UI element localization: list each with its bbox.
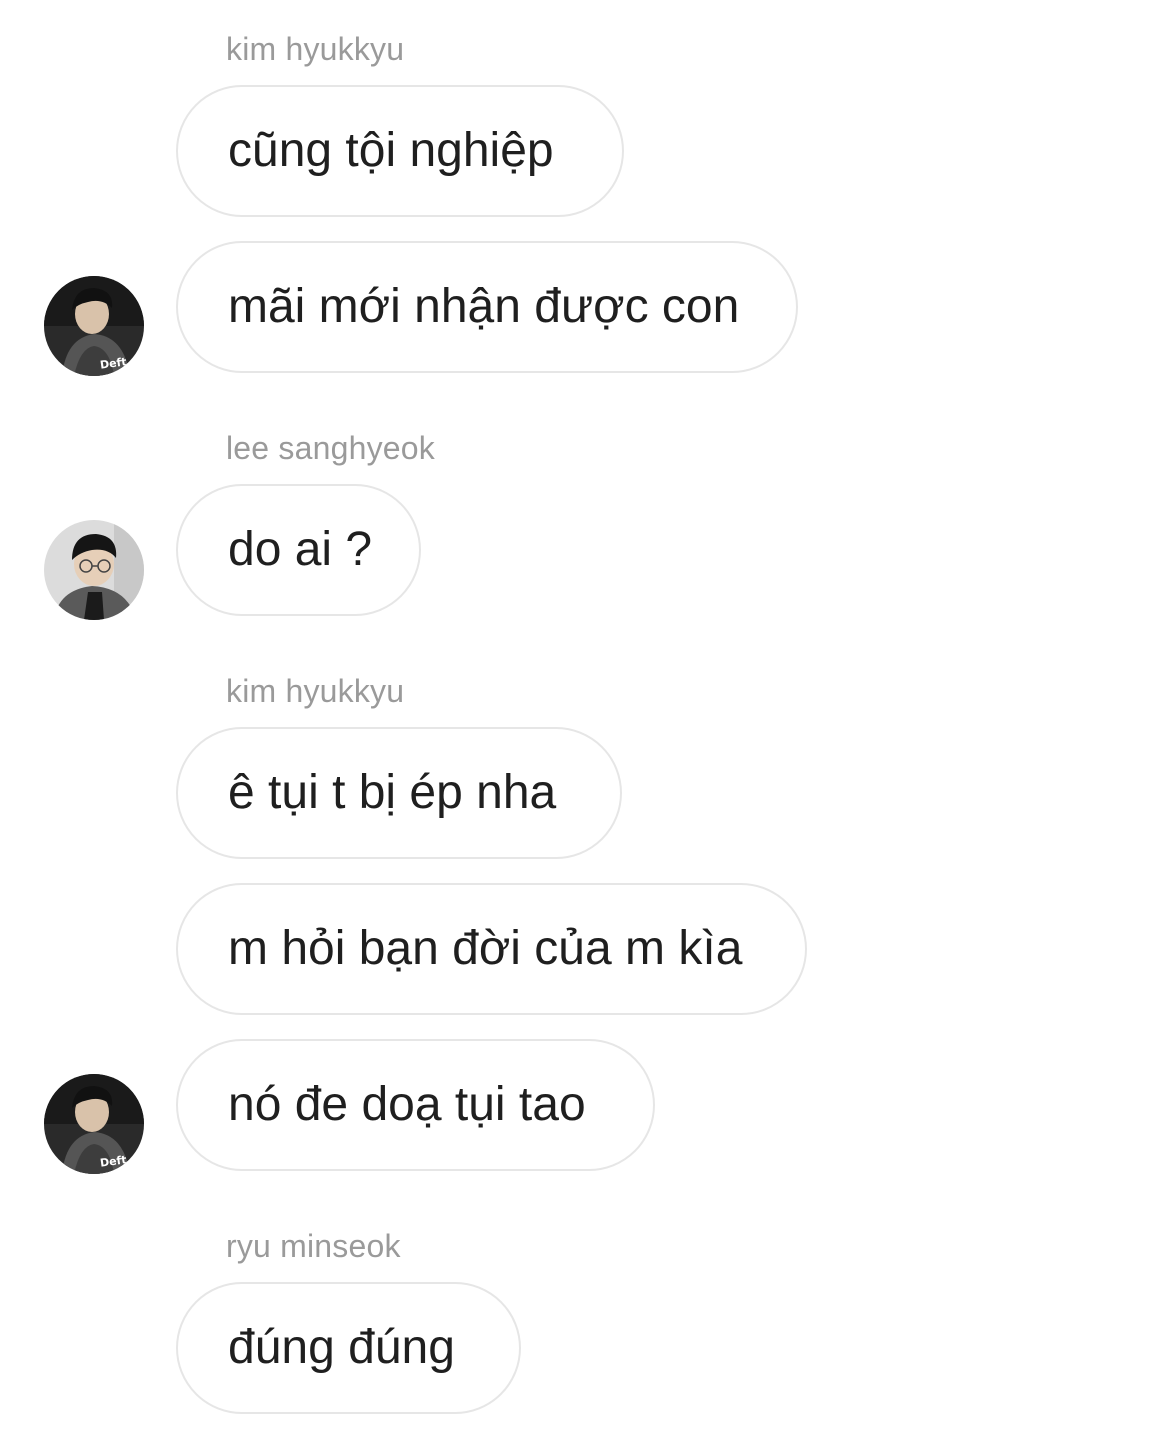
sender-name: kim hyukkyu	[226, 673, 405, 709]
message-bubble[interactable]: ê tụi t bị ép nha	[176, 727, 622, 859]
avatar-kim-hyukkyu[interactable]: Deft	[44, 276, 144, 376]
message-text: nó đe doạ tụi tao	[228, 1078, 586, 1131]
sender-name: ryu minseok	[226, 1228, 401, 1264]
message-bubble[interactable]: đúng đúng	[176, 1282, 521, 1414]
svg-text:Deft: Deft	[99, 355, 127, 372]
message-text: m hỏi bạn đời của m kìa	[228, 922, 743, 975]
message-text: mãi mới nhận được con	[228, 280, 740, 333]
message-bubble[interactable]: mãi mới nhận được con	[176, 241, 798, 373]
avatar-kim-hyukkyu[interactable]: Deft	[44, 1074, 144, 1174]
message-bubble[interactable]: do ai ?	[176, 484, 421, 616]
sender-name: lee sanghyeok	[226, 430, 435, 466]
sender-name: kim hyukkyu	[226, 31, 405, 67]
message-text: đúng đúng	[228, 1321, 455, 1374]
svg-text:Deft: Deft	[99, 1153, 127, 1170]
message-text: cũng tội nghiệp	[228, 124, 554, 177]
message-text: do ai ?	[228, 523, 373, 576]
message-bubble[interactable]: cũng tội nghiệp	[176, 85, 624, 217]
message-bubble[interactable]: m hỏi bạn đời của m kìa	[176, 883, 807, 1015]
avatar-lee-sanghyeok[interactable]	[44, 520, 144, 620]
message-text: ê tụi t bị ép nha	[228, 766, 557, 819]
message-bubble[interactable]: nó đe doạ tụi tao	[176, 1039, 655, 1171]
